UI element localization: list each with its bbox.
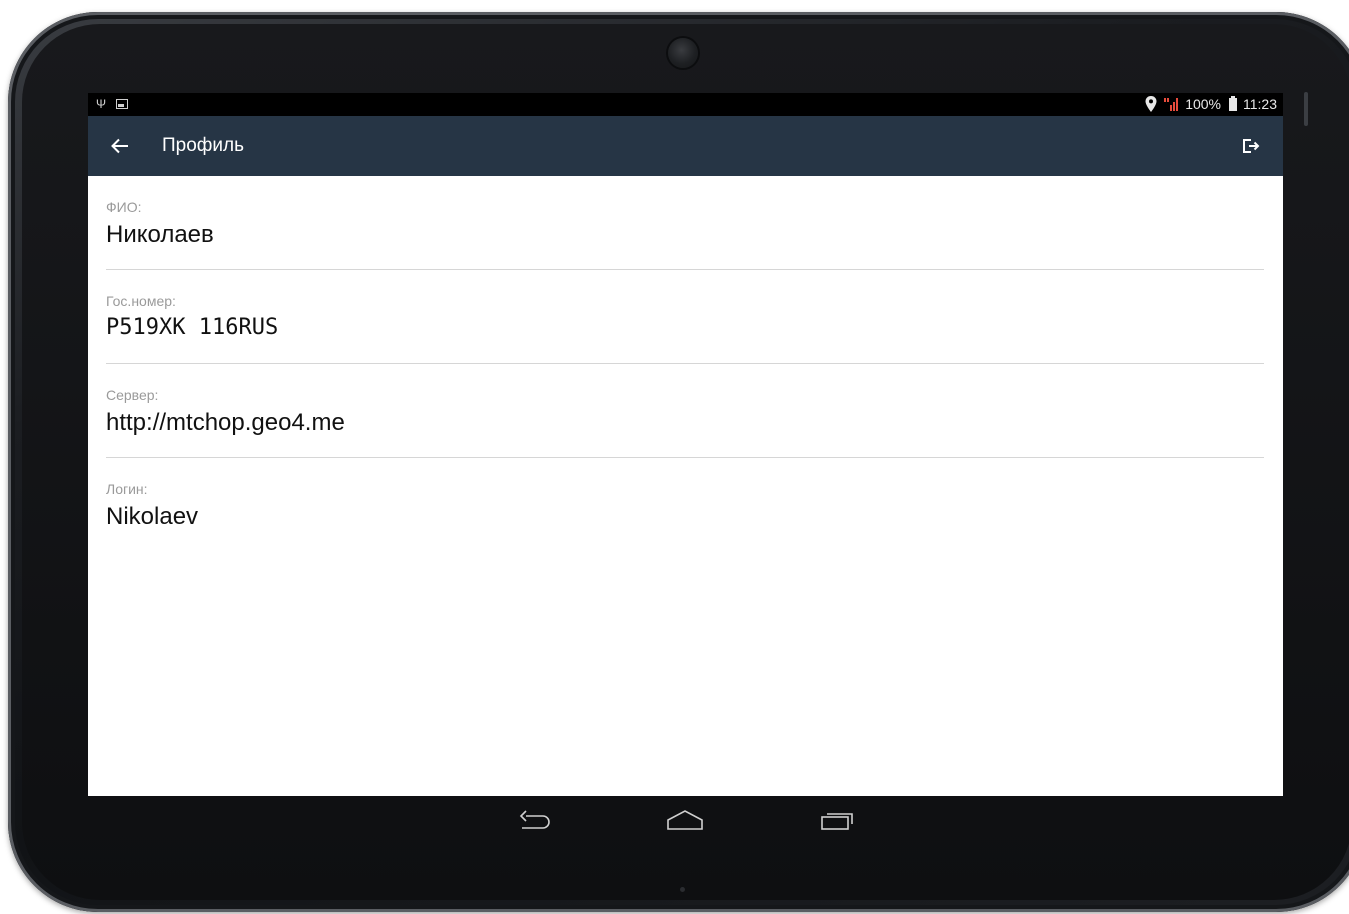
home-nav-icon: [667, 810, 703, 830]
field-server: Сервер: http://mtchop.geo4.me: [106, 364, 1264, 458]
field-value: Nikolaev: [106, 503, 199, 530]
microphone-dot: [680, 887, 685, 892]
status-bar: Ψ 100% 11:23: [88, 93, 1283, 116]
field-login: Логин: Nikolaev: [106, 458, 1264, 551]
page-title: Профиль: [162, 135, 245, 156]
field-value: P519XK 116RUS: [106, 315, 279, 340]
signal-icon: [1164, 98, 1179, 111]
field-value: http://mtchop.geo4.me: [106, 409, 345, 436]
app-bar: Профиль: [88, 116, 1283, 176]
field-value: Николаев: [106, 221, 214, 248]
status-right-icons: 100% 11:23: [1145, 95, 1277, 112]
nav-recents-button[interactable]: [817, 806, 857, 834]
navigation-bar: [88, 796, 1283, 844]
device-screen: Ψ 100% 11:23 Профиль ФИО: Николаев Гос.н…: [88, 93, 1283, 796]
recents-nav-icon: [821, 813, 853, 830]
status-left-icons: Ψ: [96, 97, 129, 111]
side-button: [1304, 92, 1308, 126]
logout-button[interactable]: [1237, 132, 1265, 160]
arrow-left-icon: [111, 138, 128, 154]
location-pin-icon: [1145, 96, 1157, 112]
back-nav-icon: [519, 810, 550, 829]
field-full-name: ФИО: Николаев: [106, 176, 1264, 270]
nav-back-button[interactable]: [515, 806, 555, 834]
field-label: ФИО:: [106, 199, 142, 215]
clock: 11:23: [1243, 96, 1277, 112]
battery-icon: [1229, 95, 1237, 111]
field-plate-number: Гос.номер: P519XK 116RUS: [106, 270, 1264, 364]
usb-icon: Ψ: [96, 97, 107, 111]
front-camera: [668, 38, 698, 68]
battery-percent: 100%: [1185, 96, 1221, 112]
field-label: Сервер:: [106, 387, 159, 403]
image-icon: [116, 99, 129, 109]
back-button[interactable]: [106, 132, 134, 160]
field-label: Логин:: [106, 481, 148, 497]
profile-content: ФИО: Николаев Гос.номер: P519XK 116RUS С…: [106, 176, 1264, 551]
logout-icon: [1243, 139, 1260, 153]
field-label: Гос.номер:: [106, 293, 176, 309]
nav-home-button[interactable]: [665, 806, 705, 834]
